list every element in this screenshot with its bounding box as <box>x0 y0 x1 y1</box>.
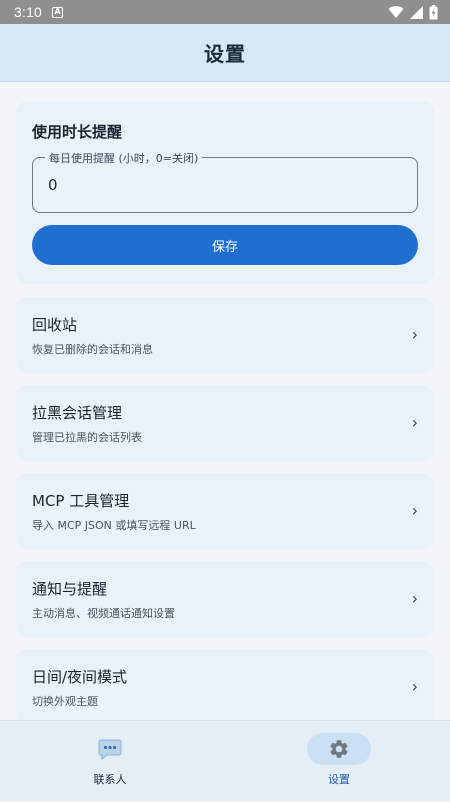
menu-item-notifications[interactable]: 通知与提醒 主动消息、视频通话通知设置 › <box>16 561 434 637</box>
menu-item-subtitle: 切换外观主题 <box>32 695 98 708</box>
status-time: 3:10 <box>14 4 43 20</box>
menu-item-title: 拉黑会话管理 <box>32 404 123 422</box>
nav-settings-label: 设置 <box>328 773 350 786</box>
menu-item-subtitle: 管理已拉黑的会话列表 <box>32 431 142 444</box>
save-button[interactable]: 保存 <box>32 225 418 265</box>
gear-icon <box>330 740 348 758</box>
page-title: 设置 <box>204 42 246 66</box>
menu-item-subtitle: 导入 MCP JSON 或填写远程 URL <box>32 519 196 532</box>
chevron-right-icon: › <box>411 501 418 520</box>
menu-item-subtitle: 恢复已删除的会话和消息 <box>32 343 153 356</box>
menu-item-blocked-chats[interactable]: 拉黑会话管理 管理已拉黑的会话列表 › <box>16 385 434 461</box>
menu-item-title: 日间/夜间模式 <box>32 668 128 686</box>
chevron-right-icon: › <box>411 325 418 344</box>
usage-reminder-title: 使用时长提醒 <box>32 123 123 141</box>
menu-item-title: MCP 工具管理 <box>32 492 130 510</box>
status-bar: 3:10 A <box>0 0 450 24</box>
app-bar: 设置 <box>0 24 450 82</box>
signal-icon <box>410 5 423 19</box>
nav-contacts-indicator <box>78 733 142 765</box>
settings-list[interactable]: 使用时长提醒 每日使用提醒 (小时，0=关闭) 0 保存 回收站 恢复已删除的会… <box>0 82 450 720</box>
menu-item-recycle-bin[interactable]: 回收站 恢复已删除的会话和消息 › <box>16 297 434 373</box>
nav-contacts-label: 联系人 <box>93 773 127 786</box>
notification-a-icon: A <box>52 6 64 18</box>
menu-item-title: 通知与提醒 <box>32 580 108 598</box>
daily-reminder-hours-input[interactable]: 每日使用提醒 (小时，0=关闭) 0 <box>32 150 418 213</box>
nav-settings-indicator <box>307 733 371 765</box>
menu-item-mcp-tools[interactable]: MCP 工具管理 导入 MCP JSON 或填写远程 URL › <box>16 473 434 549</box>
usage-reminder-card: 使用时长提醒 每日使用提醒 (小时，0=关闭) 0 保存 <box>16 101 434 284</box>
bottom-navigation: 联系人 设置 <box>0 720 450 801</box>
chevron-right-icon: › <box>411 413 418 432</box>
menu-item-theme-mode[interactable]: 日间/夜间模式 切换外观主题 › <box>16 649 434 720</box>
nav-tab-contacts[interactable]: 联系人 <box>50 721 170 802</box>
battery-icon <box>429 4 438 19</box>
chevron-right-icon: › <box>411 589 418 608</box>
menu-item-subtitle: 主动消息、视频通话通知设置 <box>32 607 175 620</box>
daily-reminder-hours-label: 每日使用提醒 (小时，0=关闭) <box>45 150 203 166</box>
daily-reminder-hours-value: 0 <box>48 176 58 194</box>
chevron-right-icon: › <box>411 677 418 696</box>
menu-item-title: 回收站 <box>32 316 78 334</box>
nav-tab-settings[interactable]: 设置 <box>279 721 399 802</box>
chat-bubble-icon <box>98 739 122 760</box>
wifi-icon <box>388 6 404 19</box>
